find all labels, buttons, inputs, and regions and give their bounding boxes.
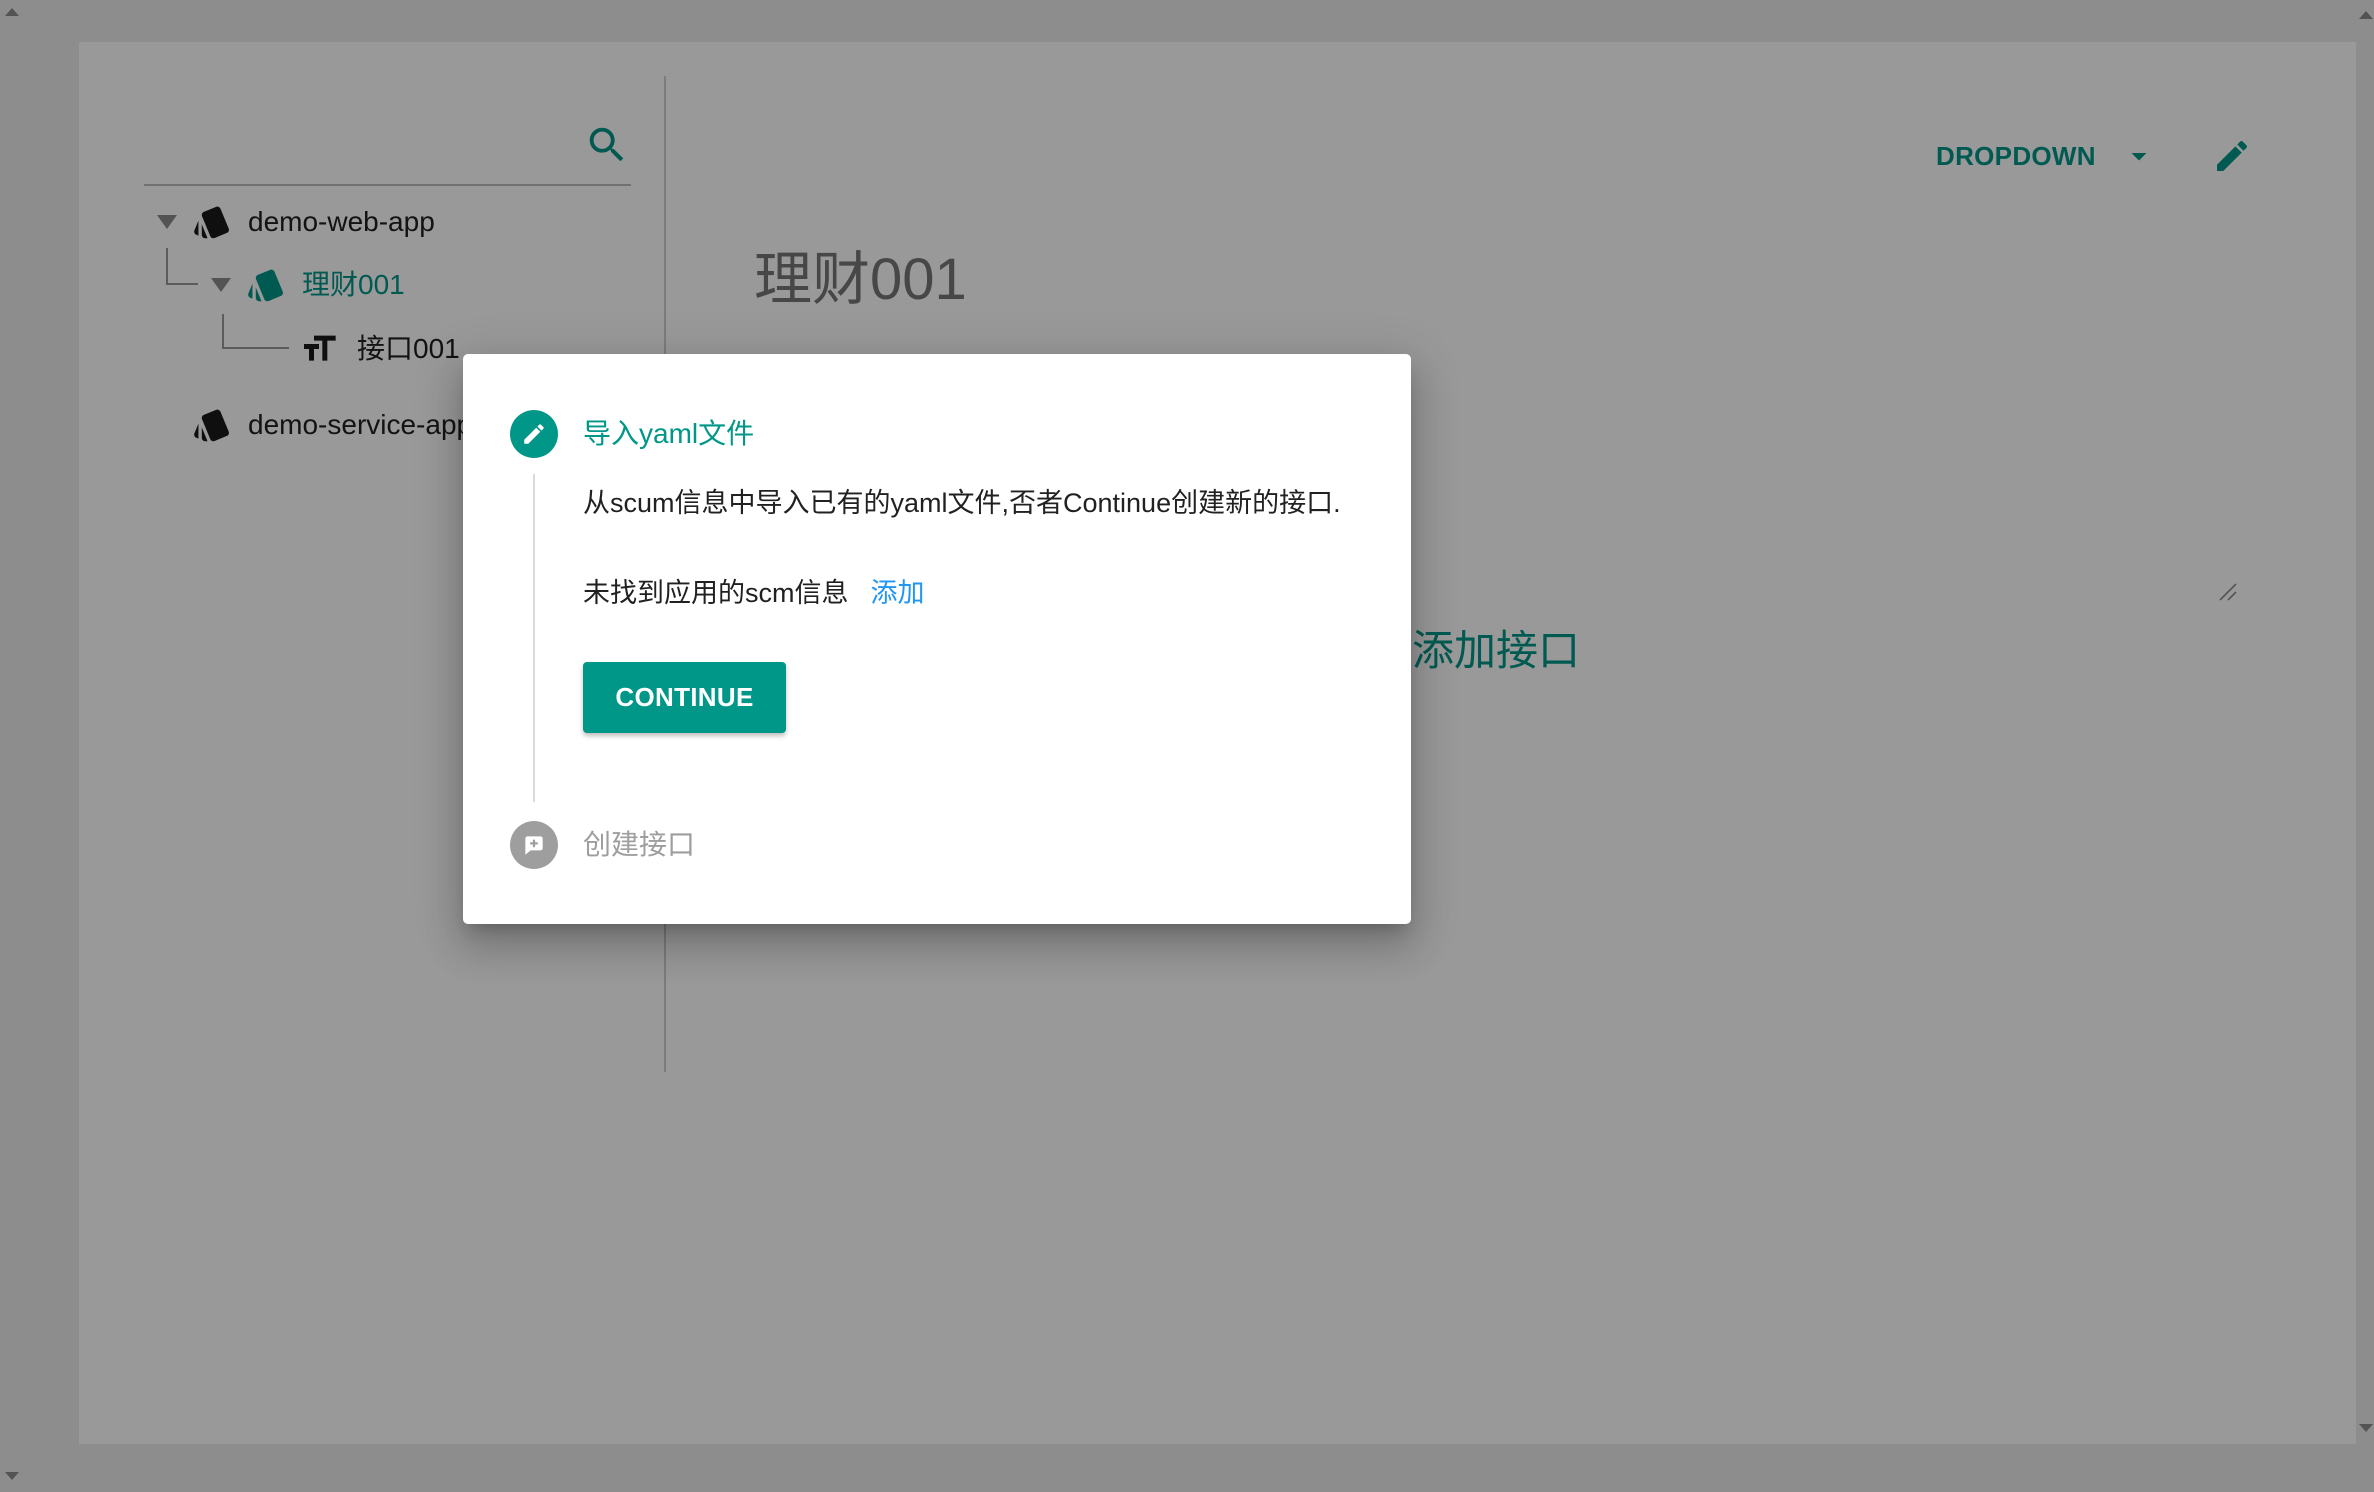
pencil-icon — [521, 421, 547, 447]
step-label[interactable]: 创建接口 — [583, 825, 695, 865]
step-description: 从scum信息中导入已有的yaml文件,否者Continue创建新的接口. — [583, 488, 1341, 518]
scm-add-link[interactable]: 添加 — [871, 578, 925, 608]
scm-notice-text: 未找到应用的scm信息 — [583, 578, 849, 608]
step-label[interactable]: 导入yaml文件 — [583, 414, 754, 454]
import-yaml-dialog: 导入yaml文件 从scum信息中导入已有的yaml文件,否者Continue创… — [463, 354, 1411, 924]
add-comment-icon — [521, 832, 547, 858]
step-indicator-active[interactable] — [510, 410, 558, 458]
continue-button[interactable]: CONTINUE — [583, 662, 786, 733]
step-connector-line — [533, 474, 535, 802]
step-indicator-inactive[interactable] — [510, 821, 558, 869]
scm-notice: 未找到应用的scm信息 添加 — [583, 573, 925, 613]
